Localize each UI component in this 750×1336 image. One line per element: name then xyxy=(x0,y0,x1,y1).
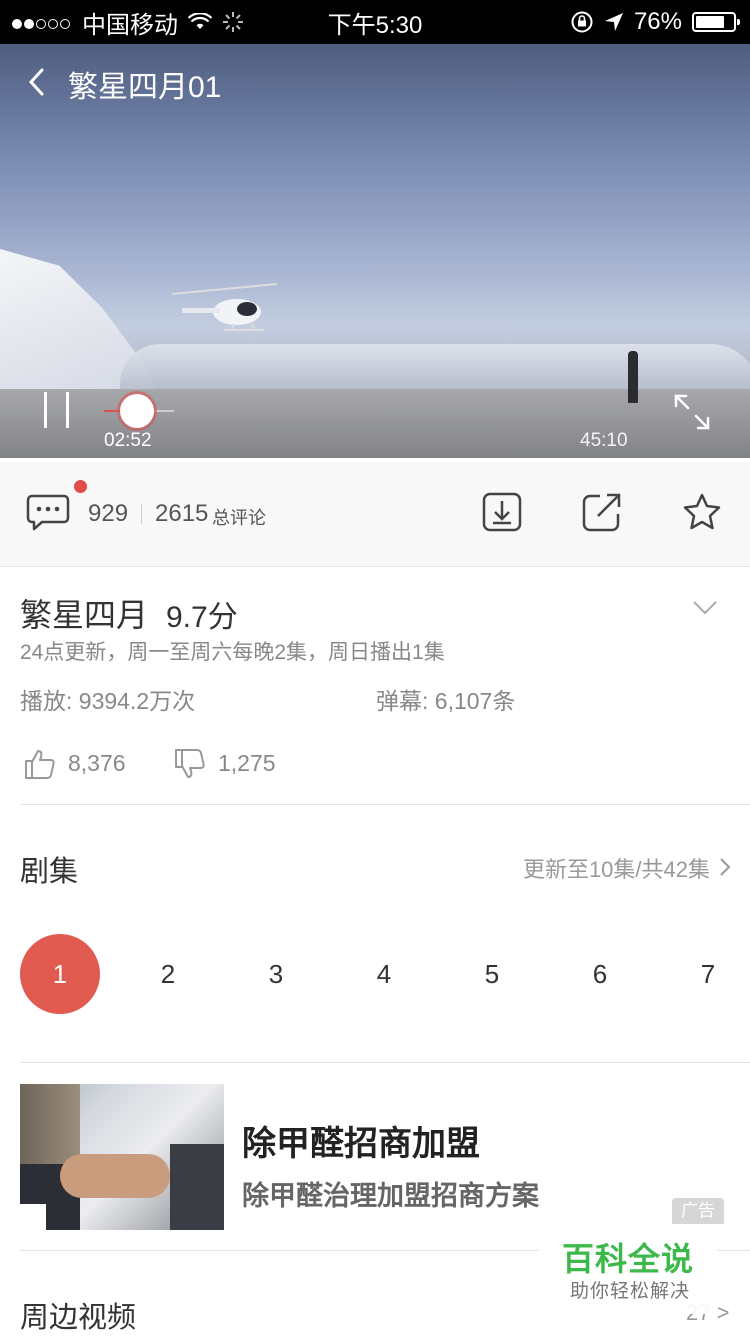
download-icon[interactable] xyxy=(482,492,522,532)
battery-percent: 76% xyxy=(633,8,682,35)
episode-list: 1 2 3 4 5 6 7 xyxy=(20,934,750,1014)
divider xyxy=(20,1062,750,1063)
video-frame-person xyxy=(628,351,638,403)
show-score: 9.7分 xyxy=(166,601,238,634)
notification-dot xyxy=(74,480,87,493)
fullscreen-icon[interactable] xyxy=(672,392,712,432)
battery-icon xyxy=(692,12,740,32)
episode-item-1[interactable]: 1 xyxy=(20,934,100,1014)
divider xyxy=(141,504,142,524)
episodes-heading: 剧集 xyxy=(20,856,79,888)
ad-description[interactable]: 除甲醛治理加盟招商方案 xyxy=(242,1174,539,1213)
watermark-subtitle: 助你轻松解决 xyxy=(570,1281,691,1302)
ad-logo-icon xyxy=(20,1204,46,1230)
video-frame-helicopter xyxy=(172,283,278,331)
total-comments-count[interactable]: 2615 xyxy=(155,500,208,528)
back-arrow-icon[interactable] xyxy=(22,64,52,100)
watermark-title: 百科全说 xyxy=(562,1241,695,1277)
comment-count[interactable]: 929 xyxy=(88,500,128,528)
favorite-star-icon[interactable] xyxy=(682,492,722,532)
location-arrow-icon xyxy=(604,13,623,31)
episode-item-3[interactable]: 3 xyxy=(236,934,316,1014)
player-top-bar: 繁星四月01 xyxy=(0,44,750,120)
like-count: 8,376 xyxy=(68,750,126,776)
episode-item-5[interactable]: 5 xyxy=(452,934,532,1014)
total-comments-label: 总评论 xyxy=(212,508,266,528)
update-schedule: 24点更新，周一至周六每晚2集，周日播出1集 xyxy=(20,641,445,664)
play-count: 播放: 9394.2万次 xyxy=(20,688,196,714)
dislike-count: 1,275 xyxy=(218,750,276,776)
video-title: 繁星四月01 xyxy=(68,71,222,104)
thumbs-up-icon[interactable] xyxy=(24,748,56,780)
ad-image[interactable] xyxy=(20,1084,224,1230)
ad-title[interactable]: 除甲醛招商加盟 xyxy=(242,1116,480,1165)
episode-item-4[interactable]: 4 xyxy=(344,934,424,1014)
chevron-down-icon[interactable] xyxy=(690,596,720,620)
current-time: 02:52 xyxy=(104,430,152,451)
status-bar: 中国移动 下午5:30 76% xyxy=(0,0,750,44)
related-videos-heading: 周边视频 xyxy=(20,1302,137,1334)
progress-knob[interactable] xyxy=(120,394,154,428)
pause-button[interactable] xyxy=(40,390,76,430)
episodes-update-link[interactable]: 更新至10集/共42集 xyxy=(523,852,710,884)
chevron-right-icon[interactable] xyxy=(718,856,732,878)
status-right: 76% xyxy=(570,0,740,44)
thumbs-down-icon[interactable] xyxy=(174,748,206,780)
rotation-lock-icon xyxy=(571,11,593,33)
episode-item-2[interactable]: 2 xyxy=(128,934,208,1014)
action-bar: 929 2615 总评论 xyxy=(0,462,750,567)
danmu-count: 弹幕: 6,107条 xyxy=(376,688,516,714)
divider xyxy=(20,804,750,805)
video-duration: 45:10 xyxy=(580,430,628,451)
share-icon[interactable] xyxy=(582,492,622,532)
comment-icon[interactable] xyxy=(26,494,70,532)
episode-item-6[interactable]: 6 xyxy=(560,934,640,1014)
show-title: 繁星四月 xyxy=(20,597,149,633)
ad-tag: 广告 xyxy=(672,1198,724,1224)
episode-item-7[interactable]: 7 xyxy=(668,934,748,1014)
